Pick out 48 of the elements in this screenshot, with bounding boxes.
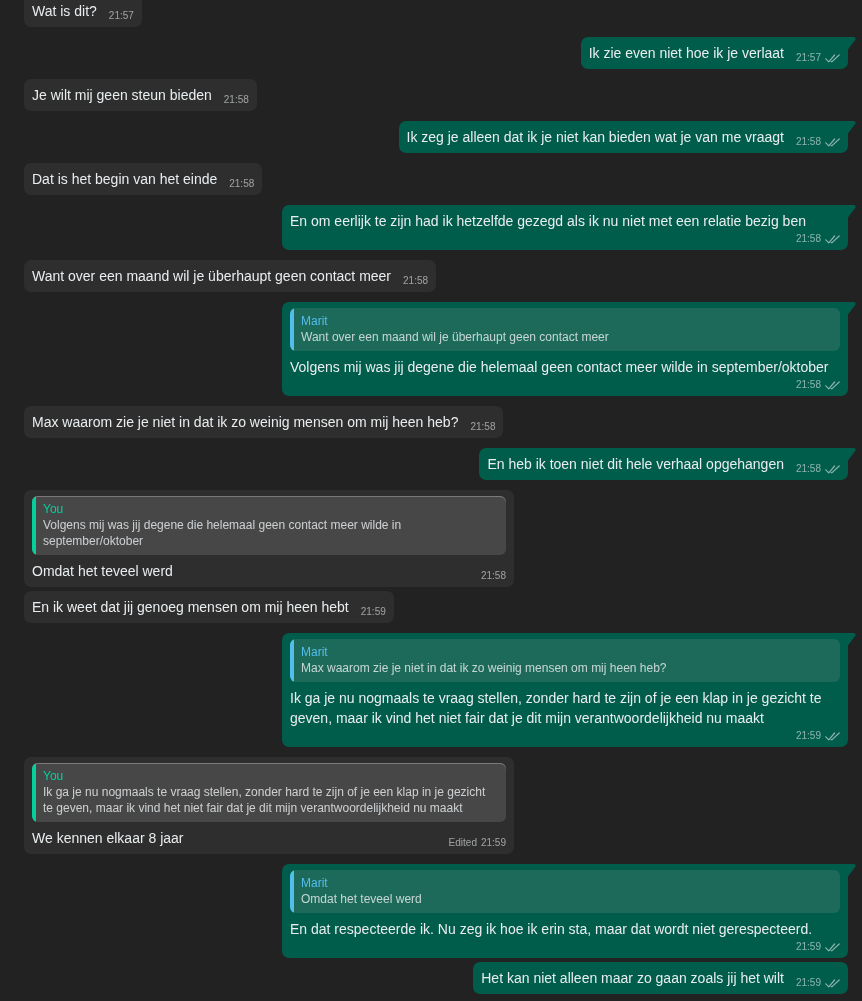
timestamp: 21:58 — [229, 178, 255, 190]
message-text: Dat is het begin van het einde — [32, 170, 218, 189]
message-text: We kennen elkaar 8 jaar — [32, 829, 184, 848]
message-text: Want over een maand wil je überhaupt geen contact meer — [32, 267, 392, 286]
quote-sender: You — [43, 768, 65, 784]
quoted-message[interactable]: Marit Omdat het teveel werd — [290, 870, 840, 913]
timestamp: 21:58 — [470, 421, 496, 433]
message-text: Volgens mij was jij degene die helemaal geen contact meer wilde in september/oktober — [290, 358, 829, 377]
message-text: Het kan niet alleen maar zo gaan zoals jij het wilt — [481, 969, 784, 988]
message-text: Ik ga je nu nogmaals te vraag stellen, zonder hard te zijn of je een klap in je gezicht te geven, maar ik vind het niet fair dat je dit mijn verantwoordelijkheid nu maakt — [290, 689, 823, 728]
timestamp: 21:58 — [223, 94, 249, 106]
timestamp: 21:58 — [403, 275, 429, 287]
quote-sender: Marit — [301, 875, 329, 891]
timestamp: 21:57 — [108, 10, 134, 22]
edited-label: Edited — [448, 837, 477, 849]
message-text: Wat is dit? — [32, 2, 97, 21]
message-text: Max waarom zie je niet in dat ik zo weinig mensen om mij heen heb? — [32, 413, 459, 432]
message-text: En om eerlijk te zijn had ik hetzelfde gezegd als ik nu niet met een relatie bezig ben — [290, 212, 806, 231]
timestamp: 21:58 — [795, 233, 821, 245]
quoted-text: Omdat het teveel werd — [301, 891, 422, 907]
message-text: Omdat het teveel werd — [32, 562, 173, 581]
message-text: Je wilt mij geen steun bieden — [32, 86, 212, 105]
quote-sender: Marit — [301, 313, 329, 329]
quote-sender: Marit — [301, 644, 329, 660]
timestamp: 21:59 — [795, 977, 821, 989]
message-text: En heb ik toen niet dit hele verhaal opgehangen — [487, 455, 784, 474]
message-text: Ik zie even niet hoe ik je verlaat — [588, 44, 784, 63]
timestamp: 21:59 — [360, 606, 386, 618]
timestamp: 21:58 — [795, 136, 821, 148]
timestamp: 21:58 — [795, 463, 821, 475]
quoted-text: Max waarom zie je niet in dat ik zo weinig mensen om mij heen heb? — [301, 660, 667, 676]
timestamp: 21:59 — [480, 837, 506, 849]
quoted-text: Volgens mij was jij degene die helemaal geen contact meer wilde in september/oktober — [43, 517, 403, 549]
quoted-message[interactable]: You Volgens mij was jij degene die helemaal geen contact meer wilde in september/oktober — [32, 496, 506, 555]
timestamp: 21:57 — [795, 52, 821, 64]
quoted-message[interactable]: Marit Max waarom zie je niet in dat ik zo weinig mensen om mij heen heb? — [290, 639, 840, 682]
timestamp: 21:59 — [795, 730, 821, 742]
message-text: En ik weet dat jij genoeg mensen om mij heen hebt — [32, 598, 349, 617]
timestamp: 21:59 — [795, 941, 821, 953]
quoted-message[interactable]: You Ik ga je nu nogmaals te vraag stellen, zonder hard te zijn of je een klap in je gezicht te geven, maar ik vind het niet fair dat je dit mijn verantwoordelijkheid nu maakt — [32, 763, 506, 822]
quoted-message[interactable]: Marit Want over een maand wil je überhaupt geen contact meer — [290, 308, 840, 351]
message-text: Ik zeg je alleen dat ik je niet kan bieden wat je van me vraagt — [406, 128, 784, 147]
timestamp: 21:58 — [795, 379, 821, 391]
timestamp: 21:58 — [480, 570, 506, 582]
quoted-text: Ik ga je nu nogmaals te vraag stellen, zonder hard te zijn of je een klap in je gezicht te geven, maar ik vind het niet fair dat je dit mijn verantwoordelijkheid nu maakt — [43, 784, 487, 816]
message-text: En dat respecteerde ik. Nu zeg ik hoe ik erin sta, maar dat wordt niet gerespecteerd. — [290, 920, 813, 939]
quote-sender: You — [43, 501, 65, 517]
quoted-text: Want over een maand wil je überhaupt geen contact meer — [301, 329, 609, 345]
